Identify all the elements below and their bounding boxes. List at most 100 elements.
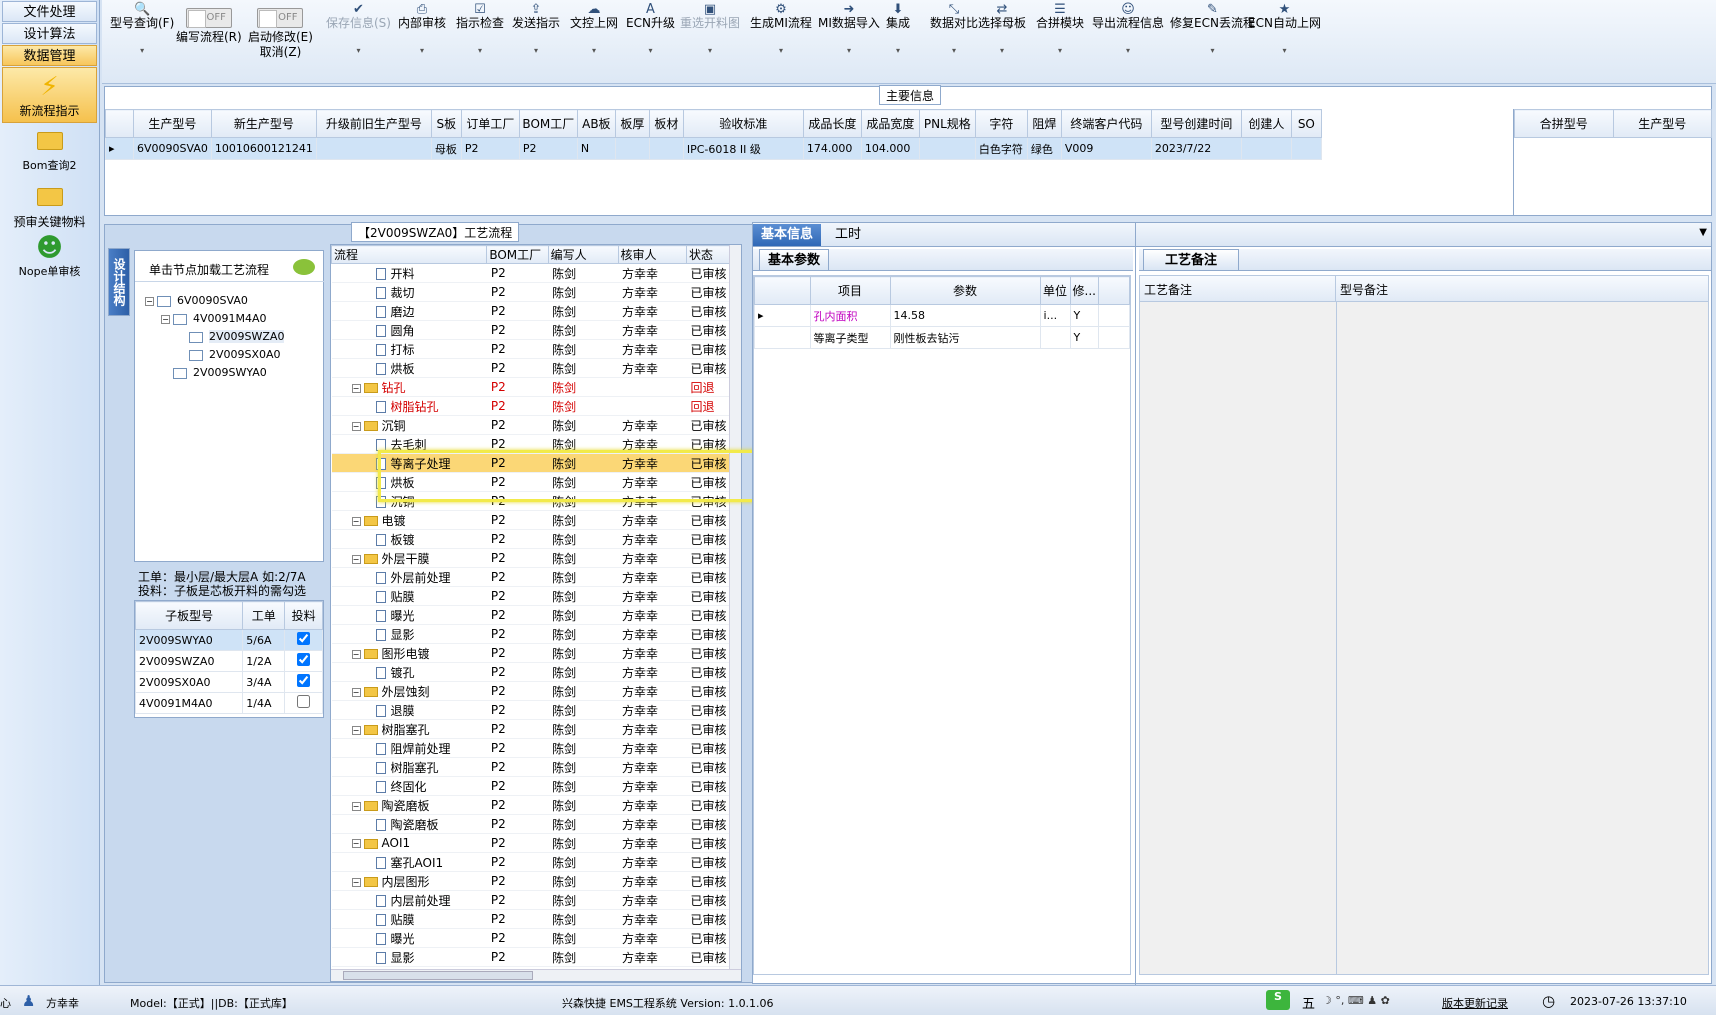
table-cell[interactable]: 方幸幸 <box>618 643 687 663</box>
table-cell[interactable]: 方幸幸 <box>618 263 687 283</box>
table-cell[interactable]: 陈剑 <box>548 928 618 948</box>
table-cell[interactable]: 陈剑 <box>548 643 618 663</box>
material-checkbox[interactable] <box>297 674 311 687</box>
table-cell[interactable] <box>1240 137 1292 160</box>
table-cell[interactable]: 方幸幸 <box>618 871 687 891</box>
flow-step-cell[interactable]: 树脂钻孔 <box>331 396 487 416</box>
table-cell[interactable] <box>918 137 976 160</box>
toolbar-button-5[interactable]: ☑ 指示检查 ▾ <box>456 2 504 58</box>
column-header[interactable]: PNL规格 <box>918 109 976 138</box>
table-cell[interactable]: 陈剑 <box>548 624 618 644</box>
table-cell[interactable]: 陈剑 <box>548 567 618 587</box>
table-cell[interactable]: 5/6A <box>242 629 286 651</box>
flow-row[interactable]: 镀孔 P2 陈剑 方幸幸 已审核 <box>331 662 731 682</box>
flow-row[interactable]: − AOI1 P2 陈剑 方幸幸 已审核 <box>331 833 731 853</box>
table-cell[interactable]: 陈剑 <box>548 282 618 302</box>
flow-step-cell[interactable]: 终固化 <box>331 776 487 796</box>
column-header[interactable]: 终端客户代码 <box>1060 109 1152 138</box>
collapse-icon[interactable]: − <box>351 839 361 848</box>
table-cell[interactable]: P2 <box>486 738 549 758</box>
toolbar-button-14[interactable]: ⇄ 选择母板 ▾ <box>978 2 1026 58</box>
toolbar-button-3[interactable]: ✔ 保存信息(S) ▾ <box>326 2 391 58</box>
table-row[interactable]: 2V009SWZA0 1/2A <box>134 650 323 672</box>
collapse-icon[interactable]: − <box>351 801 361 811</box>
table-cell[interactable]: P2 <box>486 529 549 549</box>
flow-row[interactable]: − 陶瓷磨板 P2 陈剑 方幸幸 已审核 <box>331 795 731 815</box>
flow-step-cell[interactable]: 圆角 <box>331 320 487 340</box>
nav-item-bom[interactable]: Bom查询2 <box>0 123 99 179</box>
flow-step-cell[interactable]: 退膜 <box>331 700 487 720</box>
flow-row[interactable]: − 电镀 P2 陈剑 方幸幸 已审核 <box>331 510 731 530</box>
ime-mode[interactable]: 五 <box>1302 993 1315 1012</box>
table-cell[interactable]: 1/4A <box>242 692 286 714</box>
flow-step-cell[interactable]: − 内层图形 <box>331 871 487 891</box>
tree-node[interactable]: 2V009SWZA0 <box>177 330 285 343</box>
table-cell[interactable]: 已审核 <box>686 624 731 644</box>
flow-step-cell[interactable]: 裁切 <box>331 282 487 302</box>
table-cell[interactable]: P2 <box>486 681 549 701</box>
column-header[interactable]: BOM工厂 <box>486 245 549 264</box>
collapse-icon[interactable]: − <box>351 383 361 393</box>
table-cell[interactable] <box>614 137 650 160</box>
table-cell[interactable]: 陈剑 <box>548 263 618 283</box>
column-header[interactable]: 成品宽度 <box>860 109 920 138</box>
table-cell[interactable]: 方幸幸 <box>618 833 687 853</box>
table-cell[interactable]: P2 <box>486 947 549 967</box>
table-cell[interactable]: 方幸幸 <box>618 795 687 815</box>
table-cell[interactable]: 已审核 <box>686 320 731 340</box>
tab-basic-info[interactable]: 基本信息 <box>753 224 822 246</box>
toggle-switch[interactable]: OFF <box>185 8 232 28</box>
table-cell[interactable]: 已审核 <box>686 548 731 568</box>
tree-node[interactable]: − 4V0091M4A0 <box>161 312 267 325</box>
table-cell[interactable]: P2 <box>486 586 549 606</box>
table-cell[interactable]: P2 <box>486 358 549 378</box>
checkbox-cell[interactable] <box>284 629 323 651</box>
toolbar-button-15[interactable]: ☰ 合拼模块 ▾ <box>1036 2 1084 58</box>
table-cell[interactable]: 已审核 <box>686 263 731 283</box>
table-cell[interactable]: 陈剑 <box>548 339 618 359</box>
toolbar-button-12[interactable]: ⬇ 集成 ▾ <box>886 2 910 58</box>
table-cell[interactable]: P2 <box>486 909 549 929</box>
column-header[interactable]: 升级前旧生产型号 <box>315 109 432 138</box>
table-cell[interactable]: Y <box>1069 304 1099 327</box>
table-cell[interactable]: 已审核 <box>686 282 731 302</box>
ime-tools-icon[interactable]: ☽ °, ⌨ ♟ ✿ <box>1322 994 1390 1007</box>
table-cell[interactable]: 已审核 <box>686 662 731 682</box>
table-cell[interactable]: 方幸幸 <box>618 358 687 378</box>
collapse-icon[interactable]: − <box>351 516 361 526</box>
table-cell[interactable]: 已审核 <box>686 529 731 549</box>
flow-step-cell[interactable]: 开料 <box>331 263 487 283</box>
table-cell[interactable]: 已审核 <box>686 605 731 625</box>
table-row[interactable]: ▸ 6V0090SVA0 10010600121241 母板 P2 P2 N IPC-6018… <box>105 137 1322 160</box>
collapse-icon[interactable]: − <box>351 649 361 659</box>
table-cell[interactable]: 已审核 <box>686 700 731 720</box>
flow-row[interactable]: 塞孔AOI1 P2 陈剑 方幸幸 已审核 <box>331 852 731 872</box>
table-row[interactable]: 2V009SX0A0 3/4A <box>134 671 323 693</box>
table-cell[interactable]: 方幸幸 <box>618 510 687 530</box>
table-cell[interactable]: 陈剑 <box>548 890 618 910</box>
table-cell[interactable]: P2 <box>486 263 549 283</box>
table-cell[interactable]: 6V0090SVA0 <box>133 137 212 160</box>
table-cell[interactable]: 174.000 <box>802 137 862 160</box>
flow-row[interactable]: 陶瓷磨板 P2 陈剑 方幸幸 已审核 <box>331 814 731 834</box>
table-cell[interactable]: 方幸幸 <box>618 700 687 720</box>
table-cell[interactable]: 孔内面积 <box>809 304 891 327</box>
table-cell[interactable]: P2 <box>486 282 549 302</box>
column-header[interactable]: 验收标准 <box>682 109 804 138</box>
table-cell[interactable]: 方幸幸 <box>618 339 687 359</box>
table-cell[interactable]: 陈剑 <box>548 358 618 378</box>
toolbar-button-6[interactable]: ⇪ 发送指示 ▾ <box>512 2 560 58</box>
flow-step-cell[interactable]: − 电镀 <box>331 510 487 530</box>
nav-tab-data[interactable]: 数据管理 <box>2 45 97 66</box>
table-cell[interactable]: 陈剑 <box>548 871 618 891</box>
table-cell[interactable]: 已审核 <box>686 928 731 948</box>
column-header[interactable]: 子板型号 <box>134 601 244 630</box>
column-header[interactable]: 项目 <box>809 276 891 305</box>
column-header[interactable]: 板材 <box>648 109 684 138</box>
table-cell[interactable]: 方幸幸 <box>618 928 687 948</box>
table-cell[interactable]: 已审核 <box>686 852 731 872</box>
column-header[interactable]: 生产型号 <box>1612 109 1712 138</box>
table-cell[interactable]: 方幸幸 <box>618 681 687 701</box>
flow-row[interactable]: 曝光 P2 陈剑 方幸幸 已审核 <box>331 605 731 625</box>
table-cell[interactable]: P2 <box>486 377 549 397</box>
